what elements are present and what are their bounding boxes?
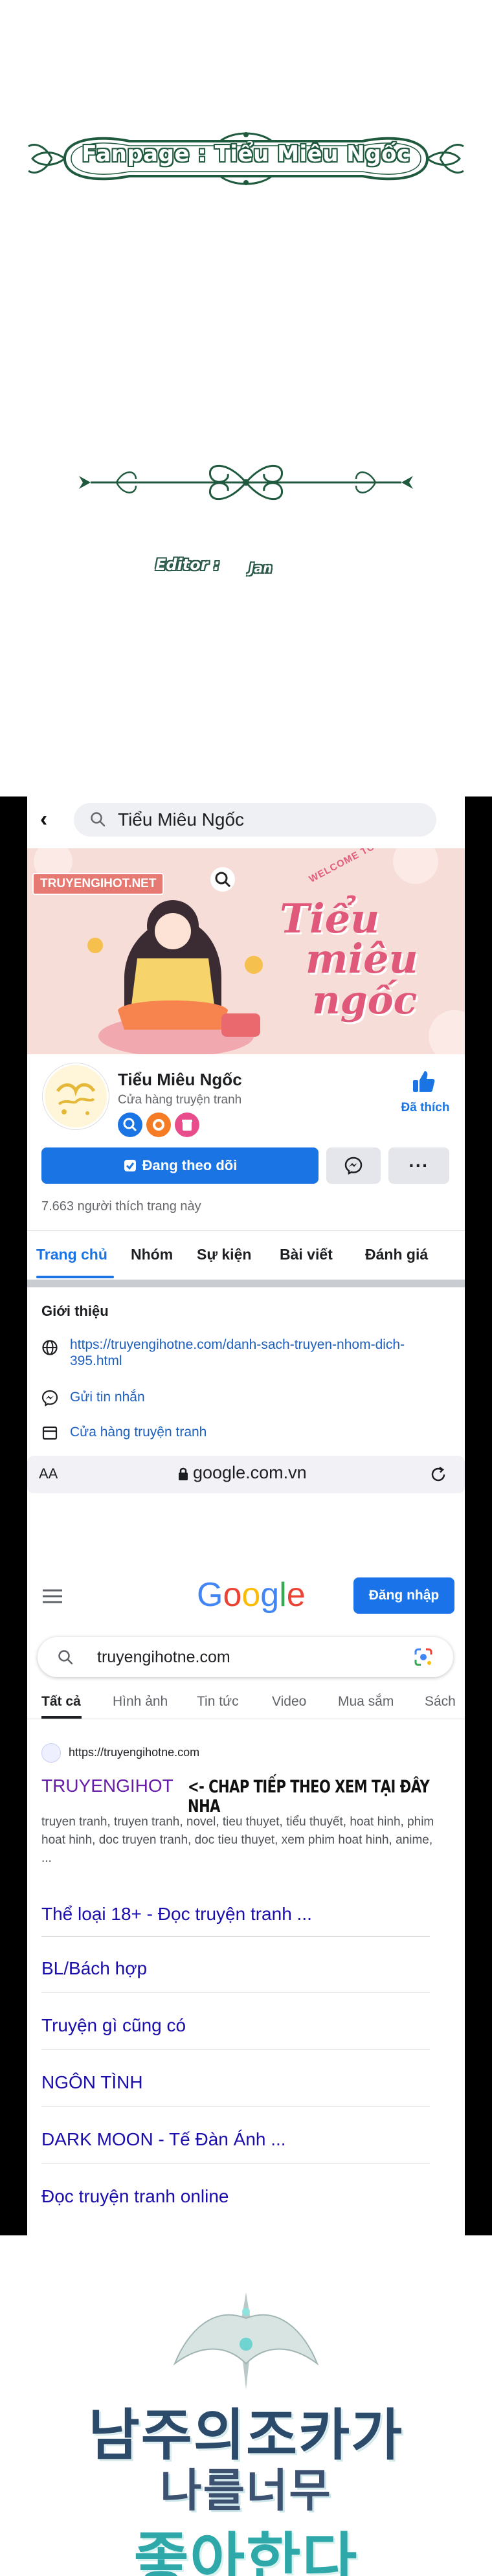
website-link[interactable]: https://truyengihotne.com/danh-sach-truy… xyxy=(70,1337,432,1369)
intro-heading: Giới thiệu xyxy=(41,1303,109,1319)
page-title: Tiểu Miêu Ngốc xyxy=(118,1070,242,1089)
ornamental-divider xyxy=(79,464,413,501)
result-url[interactable]: https://truyengihotne.com xyxy=(69,1746,199,1759)
page-category: Cửa hàng truyện tranh xyxy=(118,1093,242,1107)
fanpage-credit: Fanpage : Tiểu Miêu Ngốc xyxy=(82,141,410,167)
search-badge-icon xyxy=(118,1113,142,1137)
result-title[interactable]: TRUYENGIHOT xyxy=(41,1776,173,1796)
google-tab-all[interactable]: Tất cả xyxy=(41,1694,81,1710)
message-button[interactable] xyxy=(326,1147,381,1184)
following-button[interactable]: Đang theo dõi xyxy=(41,1147,319,1184)
tab-home[interactable]: Trang chủ xyxy=(36,1246,107,1263)
avatar-logo-icon xyxy=(45,1065,107,1127)
google-lens-icon[interactable] xyxy=(413,1647,434,1667)
title-line-2: 나를너무 xyxy=(160,2463,332,2517)
comic-title-art: 남주의조카가 나를너무 좋아한다 xyxy=(0,2266,492,2576)
cover-photo[interactable]: TRUYENGIHOT.NET WELCOME TO Tiểu miêu ngố… xyxy=(27,848,465,1054)
promo-annotation: <- CHAP TIẾP THEO XEM TẠI ĐÂY NHA xyxy=(188,1777,430,1816)
crown-ornament xyxy=(173,2292,319,2390)
tab-groups[interactable]: Nhóm xyxy=(131,1246,173,1263)
search-icon xyxy=(91,812,106,827)
tab-reviews[interactable]: Đánh giá xyxy=(365,1246,428,1263)
checkbox-icon xyxy=(124,1160,136,1171)
shop-icon xyxy=(42,1426,58,1440)
page-avatar[interactable] xyxy=(43,1063,109,1129)
search-input[interactable]: Tiểu Miêu Ngốc xyxy=(118,809,244,830)
cover-watermark: TRUYENGIHOT.NET xyxy=(32,873,164,895)
tab-posts[interactable]: Bài viết xyxy=(280,1246,333,1263)
cover-search-icon xyxy=(210,867,235,892)
search-icon xyxy=(58,1650,73,1665)
sitelink-divider xyxy=(41,2049,430,2050)
right-border xyxy=(465,797,492,2235)
result-snippet: truyen tranh, truyen tranh, novel, tieu … xyxy=(41,1815,434,1865)
site-favicon-icon xyxy=(41,1743,61,1763)
left-border xyxy=(0,797,27,2235)
cover-title-line2: miêu xyxy=(306,935,418,982)
sitelink-divider xyxy=(41,1936,430,1937)
shop-category-link[interactable]: Cửa hàng truyện tranh xyxy=(70,1424,207,1440)
sitelink-dark-moon[interactable]: DARK MOON - Tế Đàn Ánh ... xyxy=(41,2129,286,2150)
editor-name: Jan xyxy=(249,560,273,576)
reload-icon[interactable] xyxy=(429,1465,448,1484)
url-text[interactable]: google.com.vn xyxy=(193,1463,307,1483)
google-search-input[interactable]: truyengihotne.com xyxy=(97,1648,230,1667)
tab-events[interactable]: Sự kiện xyxy=(197,1246,251,1263)
star-badge-icon xyxy=(146,1113,171,1137)
sitelink-divider xyxy=(41,2163,430,2164)
google-tab-shopping[interactable]: Mua sắm xyxy=(338,1694,394,1710)
sitelink-adult[interactable]: Thể loại 18+ - Đọc truyện tranh ... xyxy=(41,1904,312,1925)
following-label: Đang theo dõi xyxy=(142,1157,238,1173)
sitelink-bl[interactable]: BL/Bách hợp xyxy=(41,1958,147,1979)
lock-icon xyxy=(179,1467,188,1480)
messenger-icon xyxy=(344,1157,363,1175)
title-line-3: 좋아한다 xyxy=(133,2525,359,2576)
sitelink-divider xyxy=(41,1992,430,1993)
google-tab-books[interactable]: Sách xyxy=(425,1694,456,1710)
likes-count: 7.663 người thích trang này xyxy=(41,1199,201,1214)
sitelink-divider xyxy=(41,2106,430,2107)
facebook-page-screenshot: ‹ Tiểu Miêu Ngốc TRUYENGIHOT.NET WELCOME… xyxy=(27,797,465,2235)
google-logo[interactable]: Google xyxy=(197,1576,306,1614)
messenger-icon xyxy=(41,1390,58,1407)
reader-mode-button[interactable]: AA xyxy=(39,1465,58,1482)
gift-badge-icon xyxy=(175,1113,199,1137)
back-arrow-icon[interactable]: ‹ xyxy=(40,808,63,831)
send-message-link[interactable]: Gửi tin nhắn xyxy=(70,1389,145,1405)
google-tab-news[interactable]: Tin tức xyxy=(197,1694,239,1710)
google-tab-images[interactable]: Hình ảnh xyxy=(113,1694,168,1710)
google-tab-video[interactable]: Video xyxy=(272,1694,306,1710)
tabs-divider xyxy=(27,1230,465,1231)
sitelink-read-online[interactable]: Đọc truyện tranh online xyxy=(41,2186,229,2207)
more-options-button[interactable]: ··· xyxy=(388,1147,449,1184)
section-separator xyxy=(27,1280,465,1287)
editor-label: Editor : xyxy=(155,556,220,574)
like-thumb-icon[interactable] xyxy=(410,1068,436,1094)
sitelink-all-genres[interactable]: Truyện gì cũng có xyxy=(41,2015,186,2036)
cover-title-line3: ngốc xyxy=(312,978,418,1023)
menu-icon[interactable] xyxy=(41,1588,63,1605)
liked-label[interactable]: Đã thích xyxy=(396,1101,454,1115)
globe-icon xyxy=(42,1340,58,1355)
sitelink-romance[interactable]: NGÔN TÌNH xyxy=(41,2072,143,2093)
active-tab-indicator xyxy=(36,1276,114,1278)
cover-title-line1: Tiểu xyxy=(280,895,380,942)
sign-in-button[interactable]: Đăng nhập xyxy=(353,1577,454,1614)
